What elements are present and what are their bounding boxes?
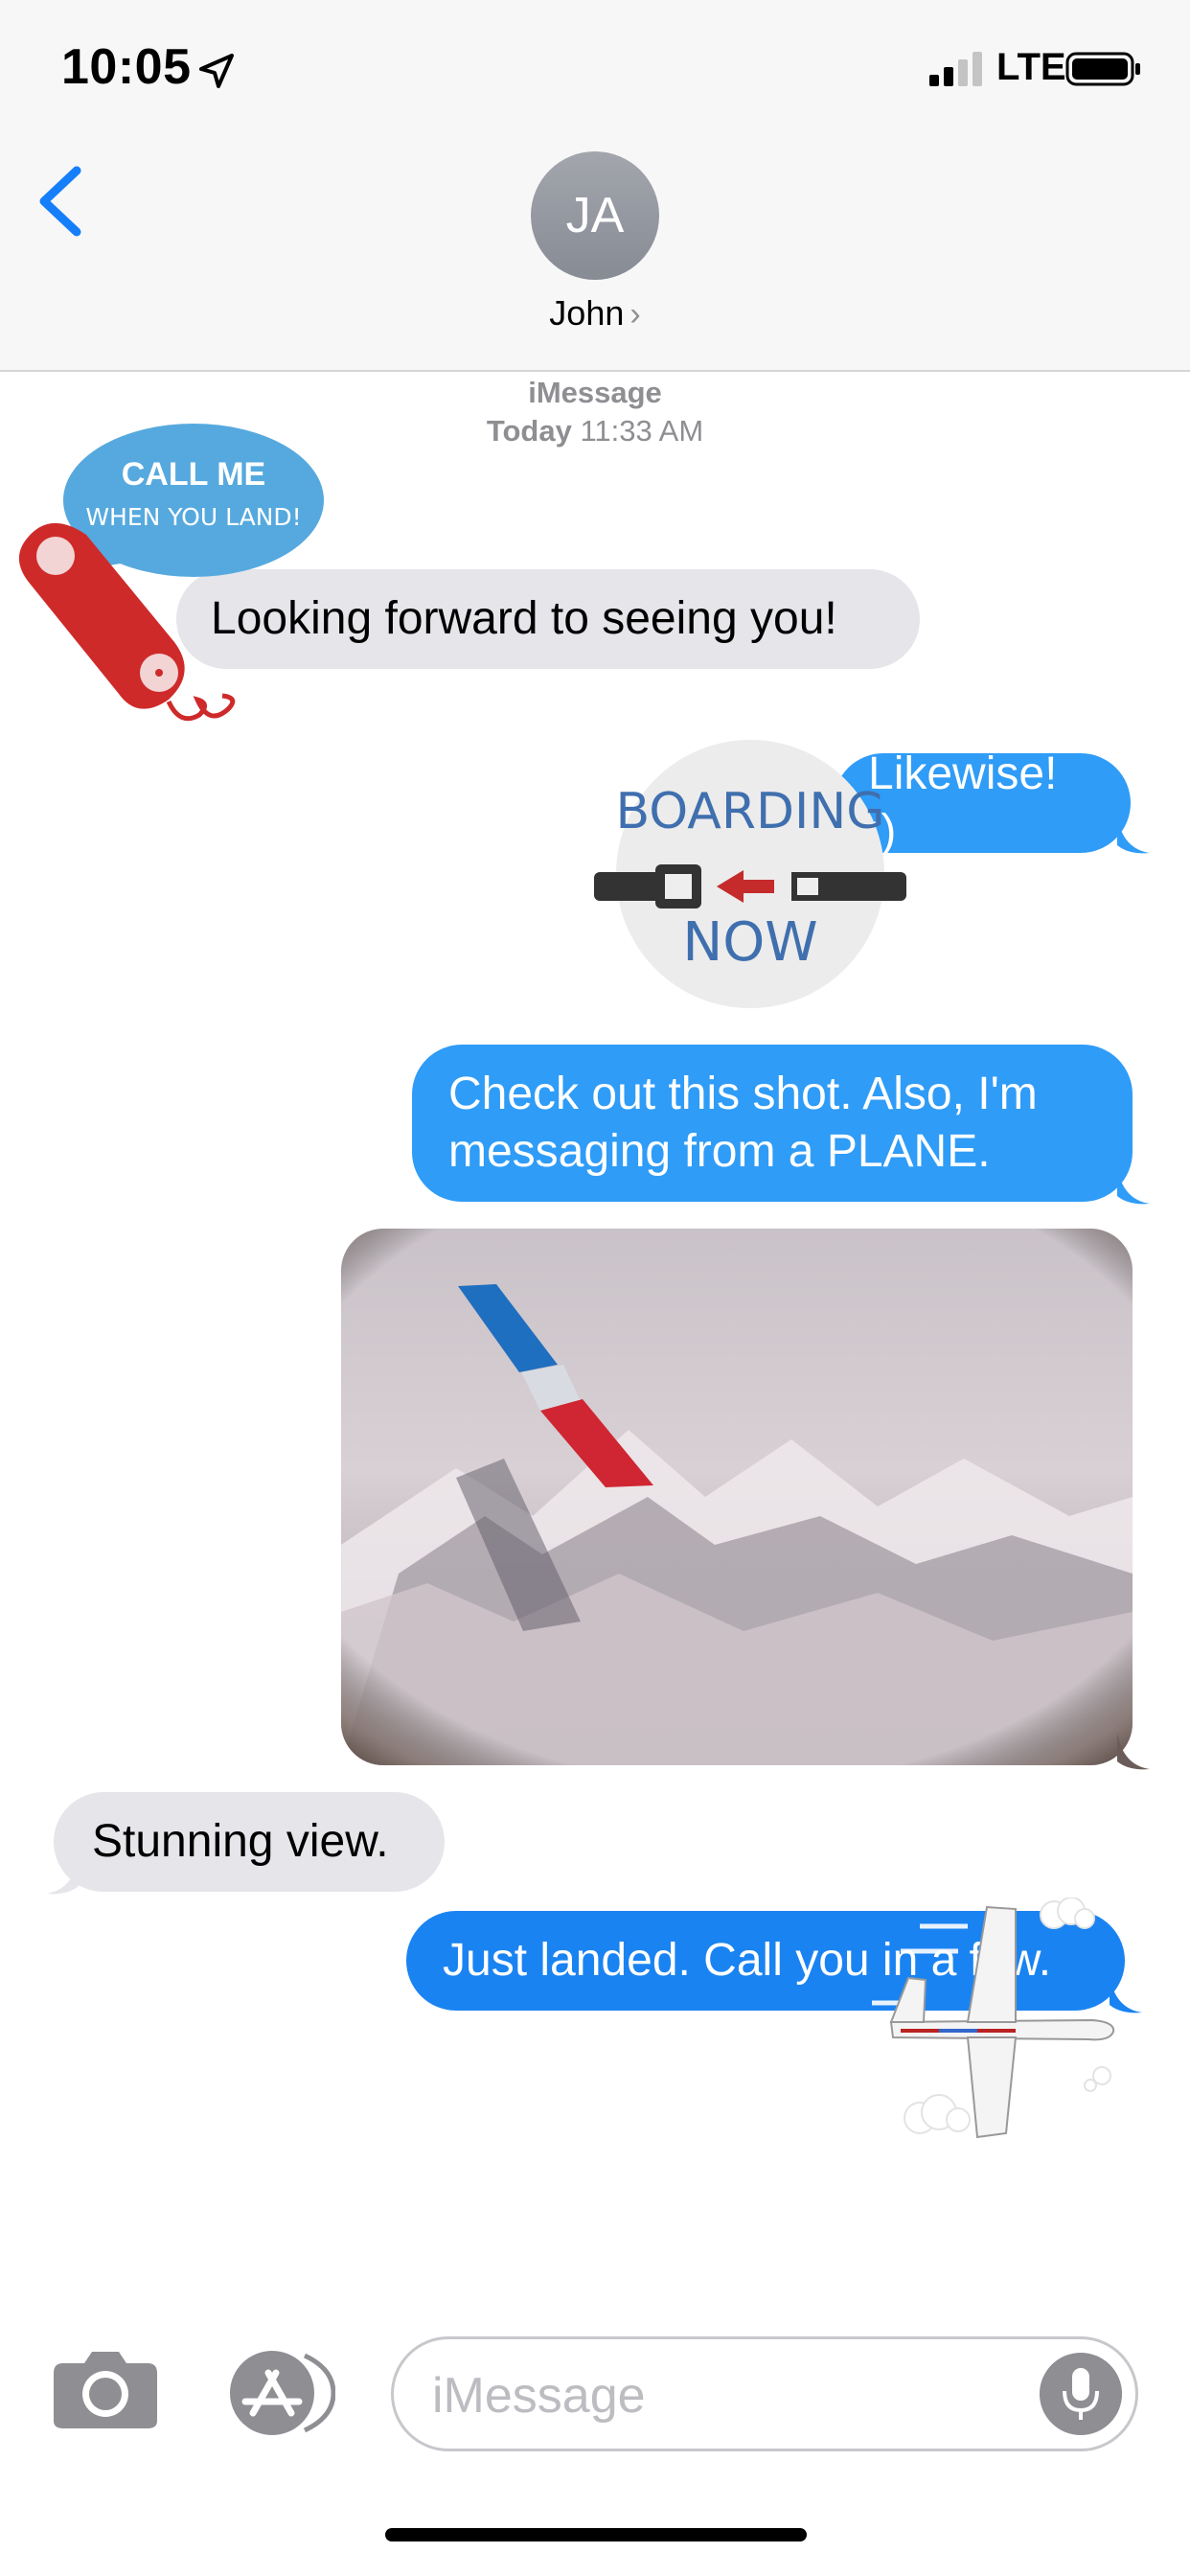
message-composer xyxy=(391,2336,1138,2451)
sticker-text-line1: BOARDING xyxy=(615,783,884,840)
sticker-text-line1: CALL ME xyxy=(122,456,265,493)
bubble-tail xyxy=(1117,1733,1150,1770)
avatar-initials: JA xyxy=(565,188,625,243)
home-indicator[interactable] xyxy=(385,2528,807,2542)
contact-name-button[interactable]: John › xyxy=(498,293,692,334)
message-input[interactable] xyxy=(430,2358,1009,2433)
signal-strength-icon xyxy=(929,52,982,86)
bubble-tail xyxy=(46,1857,79,1895)
airplane-window-photo xyxy=(341,1229,1133,1765)
status-time: 10:05 xyxy=(61,39,192,95)
airplane-sticker[interactable] xyxy=(862,1898,1121,2147)
outgoing-message-bubble[interactable]: Check out this shot. Also, I'm messaging… xyxy=(412,1045,1133,1202)
location-arrow-icon xyxy=(199,54,234,88)
back-chevron-icon[interactable] xyxy=(29,163,96,240)
network-type: LTE xyxy=(996,46,1066,88)
message-text: Check out this shot. Also, I'm messaging… xyxy=(448,1069,1038,1177)
camera-icon[interactable] xyxy=(52,2348,159,2430)
sticker-text-line2: WHEN YOU LAND! xyxy=(85,503,301,531)
service-label: iMessage xyxy=(528,376,662,409)
timestamp-time: 11:33 AM xyxy=(580,414,704,448)
chevron-right-icon: › xyxy=(629,296,641,333)
call-me-sticker[interactable]: CALL ME WHEN YOU LAND! xyxy=(6,422,332,767)
timestamp-day: Today xyxy=(486,414,572,448)
battery-icon xyxy=(1065,52,1140,86)
app-store-icon[interactable] xyxy=(222,2350,335,2436)
bubble-tail xyxy=(1117,1167,1150,1205)
sticker-text-line2: NOW xyxy=(682,911,817,974)
boarding-now-sticker[interactable]: BOARDING NOW xyxy=(592,738,908,1016)
photo-message[interactable] xyxy=(341,1229,1133,1765)
contact-name: John xyxy=(549,293,625,333)
message-text: Stunning view. xyxy=(92,1816,389,1867)
microphone-icon[interactable] xyxy=(1040,2353,1122,2435)
bubble-tail xyxy=(1117,816,1150,854)
incoming-message-bubble[interactable]: Stunning view. xyxy=(54,1792,445,1892)
contact-avatar[interactable]: JA xyxy=(531,151,659,280)
